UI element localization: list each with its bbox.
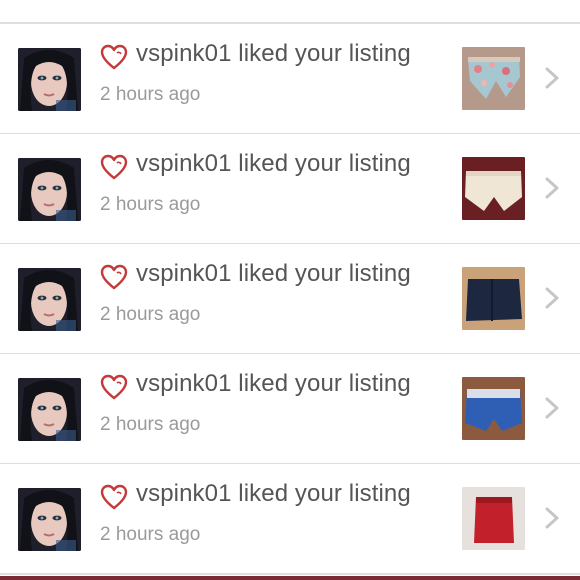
avatar[interactable] (18, 48, 81, 111)
avatar[interactable] (18, 488, 81, 551)
notification-message: vspink01 liked your listing (136, 260, 411, 287)
chevron-right-icon[interactable] (542, 286, 562, 310)
notification-time: 2 hours ago (100, 524, 201, 545)
notification-message: vspink01 liked your listing (136, 370, 411, 397)
notifications-screen: vspink01 liked your listing 2 hours ago (0, 0, 580, 580)
avatar-image (18, 488, 81, 551)
chevron-right-icon[interactable] (542, 66, 562, 90)
notification-row-partial[interactable] (0, 0, 580, 24)
notification-message: vspink01 liked your listing (136, 480, 411, 507)
chevron-right-icon[interactable] (542, 506, 562, 530)
notification-time: 2 hours ago (100, 84, 201, 105)
notification-time: 2 hours ago (100, 194, 201, 215)
avatar[interactable] (18, 158, 81, 221)
blue-shorts-thumbnail[interactable] (462, 377, 525, 440)
heart-outline-icon (100, 264, 128, 290)
notification-row[interactable]: vspink01 liked your listing 2 hours ago (0, 244, 580, 355)
notification-row[interactable]: vspink01 liked your listing 2 hours ago (0, 134, 580, 245)
heart-outline-icon (100, 374, 128, 400)
avatar[interactable] (18, 378, 81, 441)
notification-time: 2 hours ago (100, 304, 201, 325)
heart-outline-icon (100, 154, 128, 180)
notification-message: vspink01 liked your listing (136, 40, 411, 67)
navy-skort-thumbnail[interactable] (462, 267, 525, 330)
red-top-thumbnail[interactable] (462, 487, 525, 550)
chevron-right-icon[interactable] (542, 176, 562, 200)
notification-row[interactable]: vspink01 liked your listing 2 hours ago (0, 354, 580, 465)
notification-time: 2 hours ago (100, 414, 201, 435)
avatar[interactable] (18, 268, 81, 331)
white-shorts-thumbnail[interactable] (462, 157, 525, 220)
avatar-image (18, 48, 81, 111)
notification-row[interactable]: vspink01 liked your listing 2 hours ago (0, 464, 580, 575)
heart-outline-icon (100, 44, 128, 70)
divider (0, 573, 580, 575)
avatar-image (18, 378, 81, 441)
notification-message: vspink01 liked your listing (136, 150, 411, 177)
bottom-nav-bar (0, 576, 580, 580)
chevron-right-icon[interactable] (542, 396, 562, 420)
avatar-image (18, 158, 81, 221)
avatar-image (18, 268, 81, 331)
denim-shorts-floral-thumbnail[interactable] (462, 47, 525, 110)
heart-outline-icon (100, 484, 128, 510)
notification-row[interactable]: vspink01 liked your listing 2 hours ago (0, 24, 580, 135)
